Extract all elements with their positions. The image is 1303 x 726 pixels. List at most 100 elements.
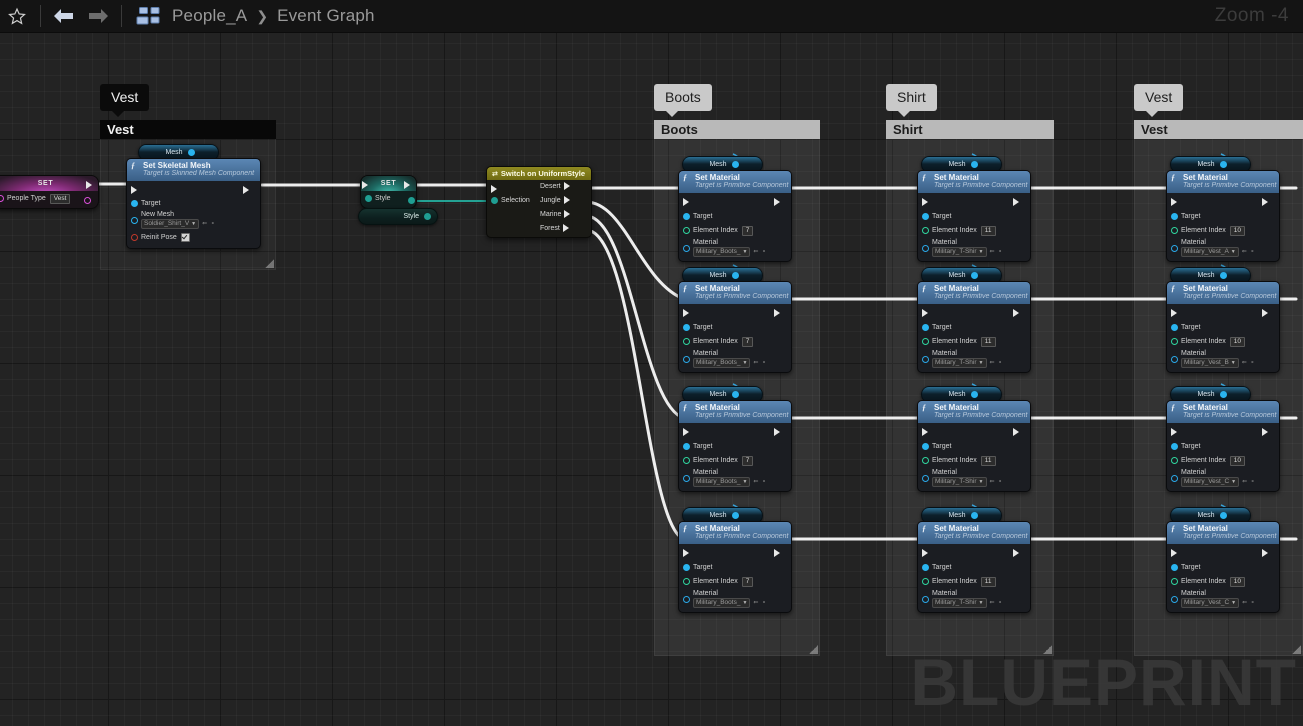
target-pin-icon[interactable] (922, 443, 929, 450)
element-index-row[interactable]: Element Index 10 (1167, 455, 1279, 466)
asset-browse-icons[interactable]: ⇐ ∘ (753, 248, 766, 256)
target-pin-icon[interactable] (1171, 324, 1178, 331)
material-combo[interactable]: Military_Vest_B ▼ (1181, 358, 1239, 368)
set-material-node[interactable]: ƒ Set Material Target is Primitive Compone… (917, 400, 1031, 492)
set-style-exec-out-pin[interactable] (404, 181, 410, 189)
material-row[interactable]: Material Military_Boots_ ▼ ⇐ ∘ (679, 590, 791, 608)
set-material-node[interactable]: ƒ Set Material Target is Primitive Compone… (1166, 400, 1280, 492)
set-material-node[interactable]: ƒ Set Material Target is Primitive Compone… (917, 170, 1031, 262)
element-index-pin-icon[interactable] (683, 227, 690, 234)
element-index-pin-icon[interactable] (922, 457, 929, 464)
exec-row[interactable] (679, 196, 791, 207)
material-row[interactable]: Material Military_T-Shir ▼ ⇐ ∘ (918, 469, 1030, 487)
new-mesh-combo[interactable]: Soldier_Shirt_V ▼ (141, 219, 200, 229)
exec-row[interactable] (1167, 196, 1279, 207)
material-row[interactable]: Material Military_Boots_ ▼ ⇐ ∘ (679, 350, 791, 368)
breadcrumb-current[interactable]: Event Graph (275, 6, 377, 26)
material-combo[interactable]: Military_T-Shir ▼ (932, 598, 987, 608)
exec-out-pin-icon[interactable] (774, 548, 787, 557)
exec-row[interactable] (127, 184, 260, 195)
material-row[interactable]: Material Military_T-Shir ▼ ⇐ ∘ (918, 350, 1030, 368)
favorite-button[interactable] (0, 0, 34, 32)
material-pin-icon[interactable] (1171, 244, 1178, 252)
asset-browse-icons[interactable]: ⇐ ∘ (990, 478, 1003, 486)
material-pin-icon[interactable] (922, 355, 929, 363)
asset-browse-icons[interactable]: ⇐ ∘ (753, 478, 766, 486)
material-combo[interactable]: Military_Vest_A ▼ (1181, 247, 1239, 257)
exec-in-pin-icon[interactable] (922, 197, 935, 206)
element-index-pin-icon[interactable] (1171, 227, 1178, 234)
exec-in-pin-icon[interactable] (683, 548, 696, 557)
exec-in-pin-icon[interactable] (683, 308, 696, 317)
material-pin-icon[interactable] (922, 474, 929, 482)
breadcrumb-root[interactable]: People_A (170, 6, 249, 26)
target-row[interactable]: Target (1167, 322, 1279, 333)
exec-in-pin-icon[interactable] (922, 427, 935, 436)
target-row[interactable]: Target (1167, 211, 1279, 222)
asset-browse-icons[interactable]: ⇐ ∘ (753, 599, 766, 607)
exec-out-pin-icon[interactable] (1013, 427, 1026, 436)
comment-bubble-vest-right[interactable]: Vest (1134, 84, 1184, 117)
element-index-pin-icon[interactable] (922, 578, 929, 585)
new-mesh-pin-icon[interactable] (131, 216, 138, 224)
material-combo[interactable]: Military_Boots_ ▼ (693, 247, 751, 257)
exec-out-pin-icon[interactable] (1262, 548, 1275, 557)
element-index-row[interactable]: Element Index 10 (1167, 336, 1279, 347)
set-material-node[interactable]: ƒ Set Material Target is Primitive Compone… (1166, 521, 1280, 613)
exec-row[interactable] (1167, 307, 1279, 318)
reinit-pose-pin-icon[interactable] (131, 234, 138, 241)
set-material-node[interactable]: ƒ Set Material Target is Primitive Compone… (678, 400, 792, 492)
exec-out-pin-icon[interactable] (774, 308, 787, 317)
element-index-row[interactable]: Element Index 10 (1167, 576, 1279, 587)
graph-canvas[interactable]: Vest Vest Boots Boots Shirt Shirt Vest V… (0, 32, 1303, 726)
set-people-exec-out-pin[interactable] (86, 181, 92, 189)
target-row[interactable]: Target (918, 211, 1030, 222)
element-index-value[interactable]: 10 (1229, 336, 1245, 347)
element-index-value[interactable]: 11 (980, 455, 996, 466)
element-index-row[interactable]: Element Index 7 (679, 225, 791, 236)
style-getter-pin-icon[interactable] (424, 213, 431, 220)
element-index-row[interactable]: Element Index 11 (918, 336, 1030, 347)
material-pin-icon[interactable] (922, 595, 929, 603)
target-row[interactable]: Target (1167, 441, 1279, 452)
element-index-value[interactable]: 7 (741, 576, 754, 587)
element-index-value[interactable]: 10 (1229, 455, 1245, 466)
exec-out-pin-icon[interactable] (1262, 308, 1275, 317)
element-index-row[interactable]: Element Index 10 (1167, 225, 1279, 236)
material-pin-icon[interactable] (922, 244, 929, 252)
exec-out-pin-icon[interactable] (774, 197, 787, 206)
exec-in-pin-icon[interactable] (131, 185, 144, 194)
element-index-row[interactable]: Element Index 7 (679, 576, 791, 587)
comment-bubble-shirt[interactable]: Shirt (886, 84, 937, 117)
set-material-node[interactable]: ƒ Set Material Target is Primitive Compone… (1166, 170, 1280, 262)
exec-in-pin-icon[interactable] (922, 308, 935, 317)
switch-output-jungle[interactable]: Jungle (540, 196, 580, 204)
target-pin-icon[interactable] (922, 324, 929, 331)
material-row[interactable]: Material Military_Vest_A ▼ ⇐ ∘ (1167, 239, 1279, 257)
asset-browse-icons[interactable]: ⇐ ∘ (1242, 248, 1255, 256)
target-row[interactable]: Target (1167, 562, 1279, 573)
forward-button[interactable] (81, 0, 115, 32)
comment-bubble-vest-left[interactable]: Vest (100, 84, 150, 117)
target-pin-icon[interactable] (1171, 213, 1178, 220)
material-combo[interactable]: Military_Boots_ ▼ (693, 358, 751, 368)
set-style-out-pin[interactable] (408, 197, 415, 204)
material-pin-icon[interactable] (683, 474, 690, 482)
exec-out-pin-icon[interactable] (564, 210, 577, 218)
reinit-pose-row[interactable]: Reinit Pose (127, 232, 260, 243)
exec-in-pin-icon[interactable] (683, 197, 696, 206)
set-people-out-pin[interactable] (84, 197, 91, 204)
exec-row[interactable] (918, 547, 1030, 558)
element-index-value[interactable]: 7 (741, 225, 754, 236)
material-combo[interactable]: Military_T-Shir ▼ (932, 358, 987, 368)
reinit-pose-checkbox[interactable] (180, 233, 190, 242)
comment-title[interactable]: Vest (1134, 120, 1303, 139)
asset-browse-icons[interactable]: ⇐ ∘ (990, 248, 1003, 256)
exec-out-pin-icon[interactable] (243, 185, 256, 194)
material-combo[interactable]: Military_T-Shir ▼ (932, 247, 987, 257)
material-row[interactable]: Material Military_T-Shir ▼ ⇐ ∘ (918, 590, 1030, 608)
element-index-pin-icon[interactable] (922, 227, 929, 234)
exec-in-pin-icon[interactable] (1171, 427, 1184, 436)
target-pin-icon[interactable] (922, 564, 929, 571)
exec-out-pin-icon[interactable] (562, 224, 576, 232)
